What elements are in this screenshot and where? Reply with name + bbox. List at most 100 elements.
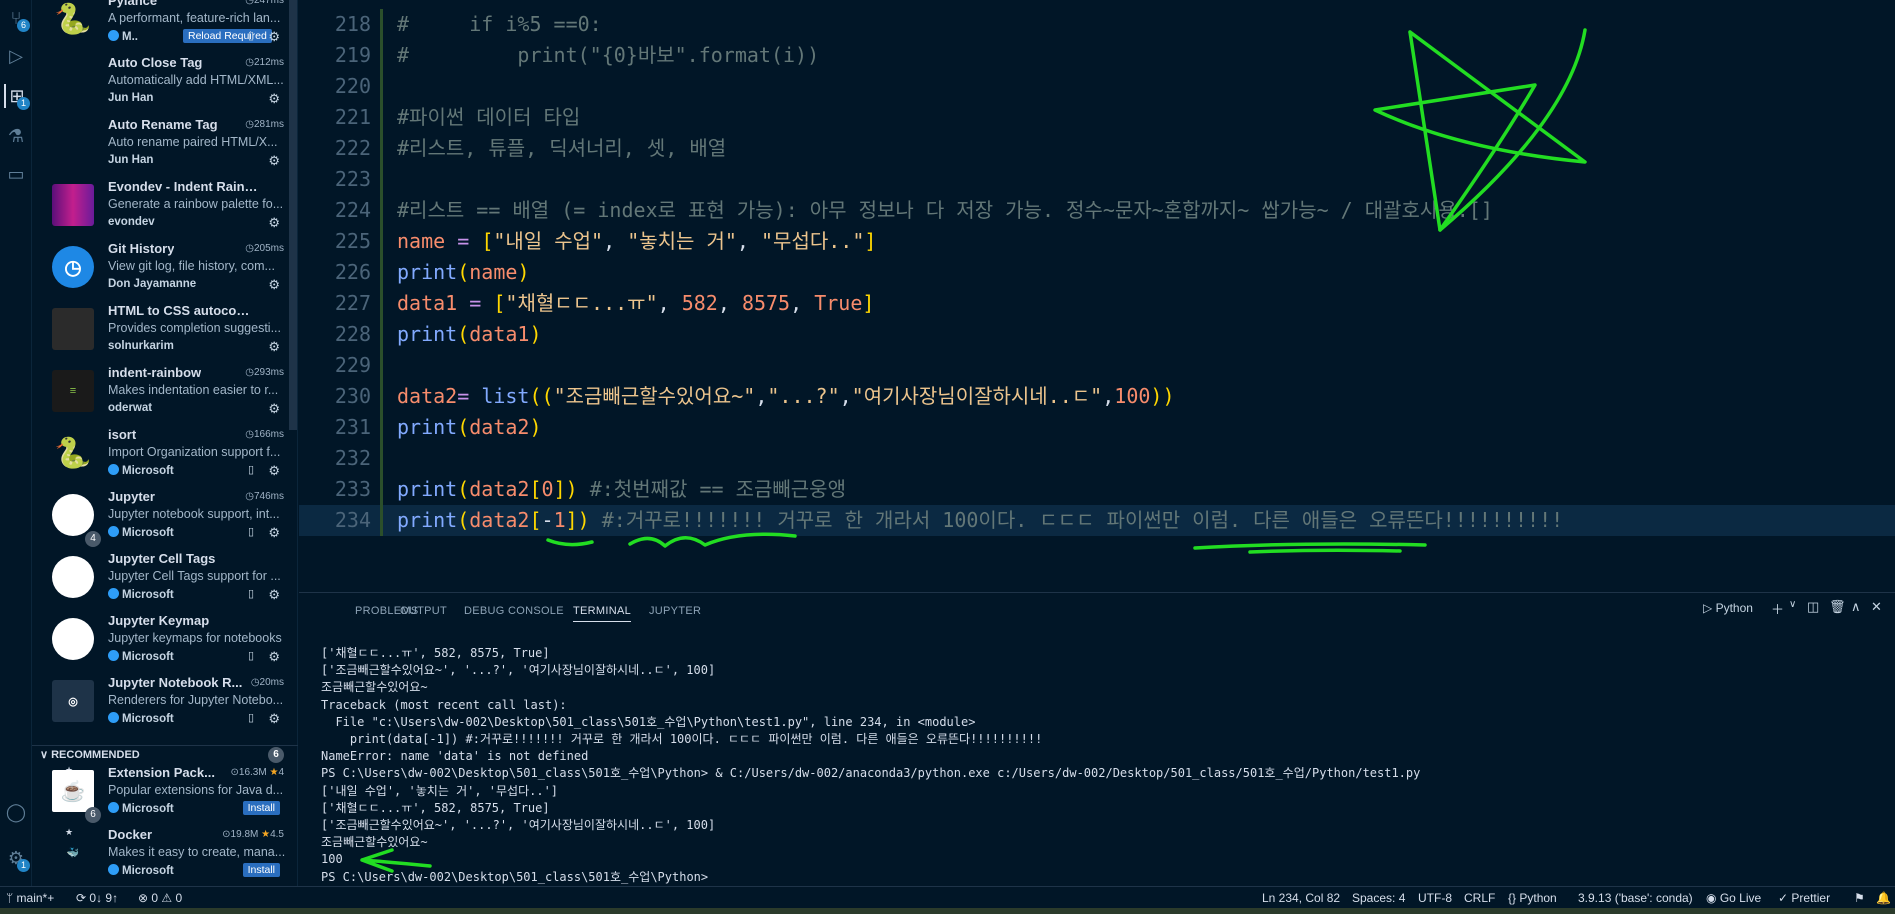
manage-gear-icon[interactable]: ⚙ bbox=[268, 215, 280, 231]
tab-debug-console[interactable]: DEBUG CONSOLE bbox=[464, 605, 564, 617]
code-line[interactable]: 223 bbox=[299, 164, 1895, 195]
code-line[interactable]: 233 print(data2[0]) #:첫번째값 == 조금빼근웅앵 bbox=[299, 474, 1895, 505]
manage-gear-icon[interactable]: ⚙ bbox=[268, 153, 280, 169]
line-number: 225 bbox=[334, 229, 371, 253]
new-terminal-icon[interactable]: ＋ bbox=[1771, 599, 1784, 618]
terminal-dropdown-icon[interactable]: ∨ bbox=[1789, 599, 1796, 610]
source-control-badge: 6 bbox=[17, 19, 30, 32]
extension-description: Renderers for Jupyter Notebo... bbox=[108, 693, 284, 707]
change-gutter bbox=[380, 40, 383, 71]
activation-time: ◷20ms bbox=[250, 677, 284, 688]
extension-item[interactable]: 🐍 isort ◷166ms Import Organization support … bbox=[32, 425, 290, 487]
code-line[interactable]: 222 #리스트, 튜플, 딕셔너리, 셋, 배열 bbox=[299, 133, 1895, 164]
manage-gear-icon[interactable]: ⚙ bbox=[268, 29, 280, 45]
recommended-extension-item[interactable]: ★ 🐳 Docker ⊙19.8M ★4.5 Makes it easy to crea… bbox=[32, 825, 290, 887]
manage-gear-icon[interactable]: ⚙ bbox=[268, 401, 280, 417]
terminal-shell-selector[interactable]: ▷ Python bbox=[1703, 601, 1753, 615]
tab-output[interactable]: OUTPUT bbox=[400, 605, 447, 617]
account-icon[interactable]: ◯ bbox=[4, 800, 28, 824]
manage-gear-icon[interactable]: ⚙ bbox=[268, 339, 280, 355]
extension-item[interactable]: ◎ Jupyter Notebook R... ◷20ms Renderers for… bbox=[32, 673, 290, 735]
workspace-icon[interactable]: ▯ bbox=[248, 525, 254, 538]
notifications-icon[interactable]: 🔔 bbox=[1876, 891, 1891, 905]
testing-icon[interactable]: ⚗ bbox=[4, 124, 28, 148]
line-number: 234 bbox=[334, 508, 371, 532]
code-line[interactable]: 220 bbox=[299, 71, 1895, 102]
tab-jupyter[interactable]: JUPYTER bbox=[649, 605, 701, 617]
code-line[interactable]: 234 print(data2[-1]) #:거꾸로!!!!!!! 거꾸로 한 개… bbox=[299, 505, 1895, 536]
extension-logo: ◷ bbox=[52, 246, 94, 288]
code-line[interactable]: 232 bbox=[299, 443, 1895, 474]
code-line[interactable]: 228 print(data1) bbox=[299, 319, 1895, 350]
maximize-panel-icon[interactable]: ∧ bbox=[1851, 599, 1861, 615]
extension-item[interactable]: Evondev - Indent Rainbow ... Generate a r… bbox=[32, 177, 290, 239]
prettier-status[interactable]: ✓ Prettier bbox=[1778, 891, 1830, 905]
extension-item[interactable]: Jupyter ◷746ms Jupyter notebook support, i… bbox=[32, 487, 290, 549]
golive-status[interactable]: ◉ Go Live bbox=[1706, 891, 1761, 905]
split-terminal-icon[interactable]: ◫ bbox=[1807, 599, 1819, 615]
extension-description: A performant, feature-rich lan... bbox=[108, 11, 281, 25]
workspace-icon[interactable]: ▯ bbox=[248, 463, 254, 476]
code-line[interactable]: 221 #파이썬 데이터 타입 bbox=[299, 102, 1895, 133]
manage-gear-icon[interactable]: ⚙ bbox=[268, 91, 280, 107]
indentation-status[interactable]: Spaces: 4 bbox=[1352, 891, 1405, 905]
extension-item[interactable]: 🐍 Pylance ◷247ms A performant, feature-rich… bbox=[32, 0, 290, 53]
recommended-header[interactable]: ∨ RECOMMENDED 6 bbox=[32, 745, 298, 763]
manage-gear-icon[interactable]: ⚙ bbox=[268, 463, 280, 479]
trash-icon[interactable]: 🗑 bbox=[1829, 599, 1846, 615]
extension-item[interactable]: Auto Close Tag ◷212ms Automatically add HT… bbox=[32, 53, 290, 115]
cursor-position[interactable]: Ln 234, Col 82 bbox=[1262, 891, 1340, 905]
manage-gear-icon[interactable]: ⚙ bbox=[268, 525, 280, 541]
run-debug-icon[interactable]: ▷ bbox=[4, 44, 28, 68]
terminal-output[interactable]: ['채혈ㄷㄷ...ㅠ', 582, 8575, True] ['조금빼근할수있어요… bbox=[321, 645, 1881, 903]
code-line[interactable]: 224 #리스트 == 배열 (= index로 표현 가능): 아무 정보나 다… bbox=[299, 195, 1895, 226]
reload-required-button[interactable]: Reload Required bbox=[183, 29, 272, 43]
eol-status[interactable]: CRLF bbox=[1464, 891, 1495, 905]
workspace-icon[interactable]: ▯ bbox=[248, 587, 254, 600]
code-line[interactable]: 227 data1 = ["채혈ㄷㄷ...ㅠ", 582, 8575, True] bbox=[299, 288, 1895, 319]
extension-item[interactable]: ≡ indent-rainbow ◷293ms Makes indentation e… bbox=[32, 363, 290, 425]
recommended-extension-item[interactable]: ★☕Extension Pack...⊙16.3M ★4Popular exte… bbox=[32, 763, 290, 825]
sidebar-scrollbar[interactable] bbox=[289, 0, 297, 430]
workspace-icon[interactable]: ▯ bbox=[248, 649, 254, 662]
sync-status[interactable]: ⟳ 0↓ 9↑ bbox=[76, 891, 118, 905]
language-status[interactable]: {} Python bbox=[1508, 891, 1557, 905]
extension-item[interactable]: Auto Rename Tag ◷281ms Auto rename paired … bbox=[32, 115, 290, 177]
manage-gear-icon[interactable]: ⚙ bbox=[268, 277, 280, 293]
feedback-icon[interactable]: ⚑ bbox=[1854, 891, 1865, 905]
extension-item[interactable]: Jupyter Cell Tags Jupyter Cell Tags suppo… bbox=[32, 549, 290, 611]
workspace-icon[interactable]: ▯ bbox=[248, 29, 254, 42]
source-control-icon[interactable]: ⑂ 6 bbox=[4, 6, 30, 32]
install-button[interactable]: Install bbox=[242, 863, 280, 877]
code-line[interactable]: 225 name = ["내일 수업", "놓치는 거", "무섭다.."] bbox=[299, 226, 1895, 257]
code-text: print(name) bbox=[397, 260, 530, 284]
code-editor[interactable]: 218 # if i%5 ==0: 219 # print("{0}바보".forma… bbox=[299, 0, 1895, 592]
tab-terminal[interactable]: TERMINAL bbox=[573, 605, 632, 622]
extension-item[interactable]: ◷ Git History ◷205ms View git log, file his… bbox=[32, 239, 290, 301]
extension-logo: ◎ bbox=[52, 680, 94, 722]
remote-explorer-icon[interactable]: ▭ bbox=[4, 162, 28, 186]
manage-gear-icon[interactable]: ⚙ bbox=[268, 649, 280, 665]
extension-item[interactable]: HTML to CSS autocompletion Provides compl… bbox=[32, 301, 290, 363]
manage-gear-icon[interactable]: ⚙ bbox=[268, 711, 280, 727]
settings-gear-icon[interactable]: ⚙ 1 bbox=[4, 846, 30, 872]
workspace-icon[interactable]: ▯ bbox=[248, 711, 254, 724]
install-button[interactable]: Install bbox=[242, 801, 280, 815]
terminal-shell-name: Python bbox=[1715, 601, 1753, 615]
close-panel-icon[interactable]: ✕ bbox=[1871, 599, 1882, 615]
code-line[interactable]: 219 # print("{0}바보".format(i)) bbox=[299, 40, 1895, 71]
code-line[interactable]: 229 bbox=[299, 350, 1895, 381]
line-number: 222 bbox=[334, 136, 371, 160]
extension-item[interactable]: Jupyter Keymap Jupyter keymaps for notebo… bbox=[32, 611, 290, 673]
code-line[interactable]: 230 data2= list(("조금빼근할수있어요~","...?","여기사… bbox=[299, 381, 1895, 412]
settings-badge: 1 bbox=[17, 859, 30, 872]
code-line[interactable]: 218 # if i%5 ==0: bbox=[299, 9, 1895, 40]
extensions-icon[interactable]: ⊞ 1 bbox=[4, 84, 30, 110]
code-line[interactable]: 231 print(data2) bbox=[299, 412, 1895, 443]
code-line[interactable]: 226 print(name) bbox=[299, 257, 1895, 288]
encoding-status[interactable]: UTF-8 bbox=[1418, 891, 1452, 905]
interpreter-status[interactable]: 3.9.13 ('base': conda) bbox=[1578, 891, 1693, 905]
manage-gear-icon[interactable]: ⚙ bbox=[268, 587, 280, 603]
problems-status[interactable]: ⊗ 0 ⚠ 0 bbox=[138, 891, 182, 905]
branch-status[interactable]: ᛘ main*+ bbox=[6, 891, 54, 905]
